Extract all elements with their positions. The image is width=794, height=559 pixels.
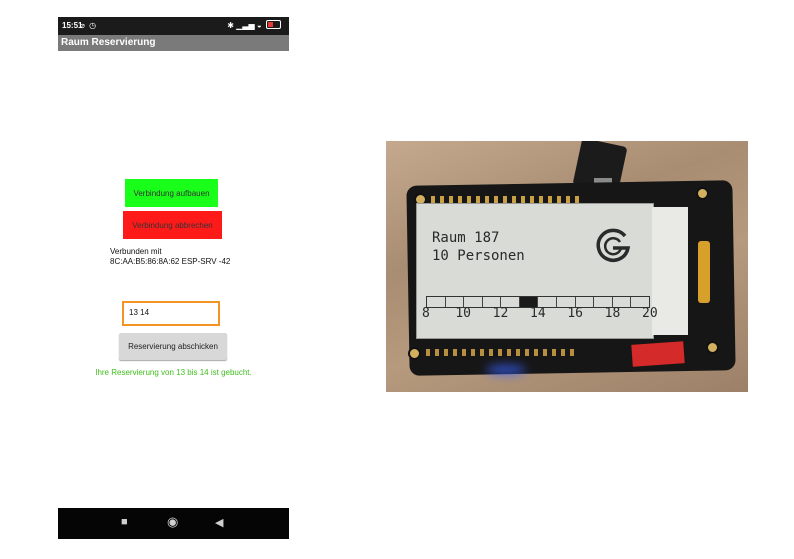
device-photo: Raum 187 10 Personen 8 10 12 14 16 18 20 [386, 141, 748, 392]
triangle-back-icon[interactable]: ◀ [215, 516, 223, 529]
bluetooth-icon: ✱ [227, 21, 234, 30]
battery-connector [698, 241, 710, 303]
status-bar: 15:51 ⌀ ◷ ✱ ▁▃▅ ◒ [58, 17, 289, 35]
app-title: Raum Reservierung [61, 37, 156, 48]
submit-reservation-button[interactable]: Reservierung abschicken [119, 333, 227, 360]
signal-icon: ▁▃▅ [236, 21, 255, 30]
battery-icon [266, 20, 281, 29]
blue-led [486, 365, 526, 375]
square-icon[interactable]: ■ [121, 516, 128, 528]
red-connector [631, 341, 685, 367]
circle-icon[interactable]: ◉ [167, 514, 178, 530]
wifi-icon: ◒ [256, 21, 262, 30]
connect-button[interactable]: Verbindung aufbauen [125, 179, 218, 207]
timeline-tick-label: 12 [492, 306, 509, 321]
confirmation-message: Ihre Reservierung von 13 bis 14 ist gebu… [95, 368, 252, 377]
timeline-tick-label: 14 [530, 306, 546, 321]
timeline-tick-label: 16 [567, 306, 583, 321]
timeline-tick-label: 20 [642, 306, 658, 321]
timeline-tick-label: 8 [422, 306, 430, 321]
timeline-tick-label: 18 [604, 306, 621, 321]
g-logo-icon [596, 228, 631, 263]
timeline-ticks: 8 10 12 14 16 18 20 [420, 306, 658, 322]
reservation-time-input[interactable]: 13 14 [122, 301, 220, 326]
phone-screenshot: 15:51 ⌀ ◷ ✱ ▁▃▅ ◒ Raum Reservierung Verb… [58, 17, 289, 539]
disconnect-button[interactable]: Verbindung abbrechen [123, 211, 222, 239]
clock-icon: ◷ [89, 21, 98, 30]
app-title-bar: Raum Reservierung [58, 35, 289, 51]
connection-status-label: Verbunden mit [110, 247, 162, 256]
display-room: Raum 187 [432, 230, 500, 246]
timeline-tick-label: 10 [455, 306, 471, 321]
display-capacity: 10 Personen [432, 248, 525, 264]
alarm-off-icon: ⌀ [80, 21, 86, 30]
connection-status: Verbunden mit 8C:AA:B5:86:8A:62 ESP-SRV … [110, 247, 230, 267]
navigation-bar: ■ ◉ ◀ [58, 508, 289, 539]
header-pins-bottom [426, 349, 576, 356]
connection-device: 8C:AA:B5:86:8A:62 ESP-SRV -42 [110, 257, 231, 266]
